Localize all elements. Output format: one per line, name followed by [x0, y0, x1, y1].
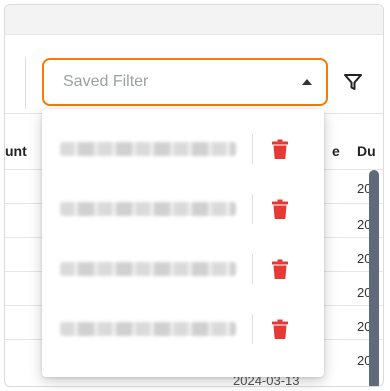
saved-filter-option-label[interactable] [60, 142, 236, 156]
saved-filter-option-label[interactable] [60, 262, 236, 276]
toolbar-divider [25, 57, 26, 109]
filter-button[interactable] [341, 70, 365, 94]
saved-filter-option[interactable] [42, 244, 324, 294]
scrollbar-thumb[interactable] [369, 170, 379, 386]
trash-icon[interactable] [272, 319, 288, 339]
top-band [5, 5, 383, 35]
caret-up-icon[interactable] [302, 79, 312, 85]
column-header-amount[interactable]: unt [5, 143, 27, 159]
saved-filter-option-label[interactable] [60, 322, 236, 336]
saved-filter-option[interactable] [42, 184, 324, 234]
saved-filter-dropdown [42, 109, 324, 377]
option-divider [252, 134, 253, 164]
trash-icon[interactable] [272, 199, 288, 219]
column-header-date[interactable]: e [332, 143, 340, 159]
saved-filter-select[interactable]: Saved Filter [42, 58, 328, 106]
option-divider [252, 254, 253, 284]
option-divider [252, 194, 253, 224]
saved-filter-option-label[interactable] [60, 202, 236, 216]
saved-filter-option[interactable] [42, 124, 324, 174]
filter-icon [344, 74, 362, 90]
trash-icon[interactable] [272, 139, 288, 159]
trash-icon[interactable] [272, 259, 288, 279]
saved-filter-option[interactable] [42, 304, 324, 354]
saved-filter-placeholder: Saved Filter [63, 73, 149, 90]
column-header-due[interactable]: Du [357, 143, 376, 159]
option-divider [252, 314, 253, 344]
